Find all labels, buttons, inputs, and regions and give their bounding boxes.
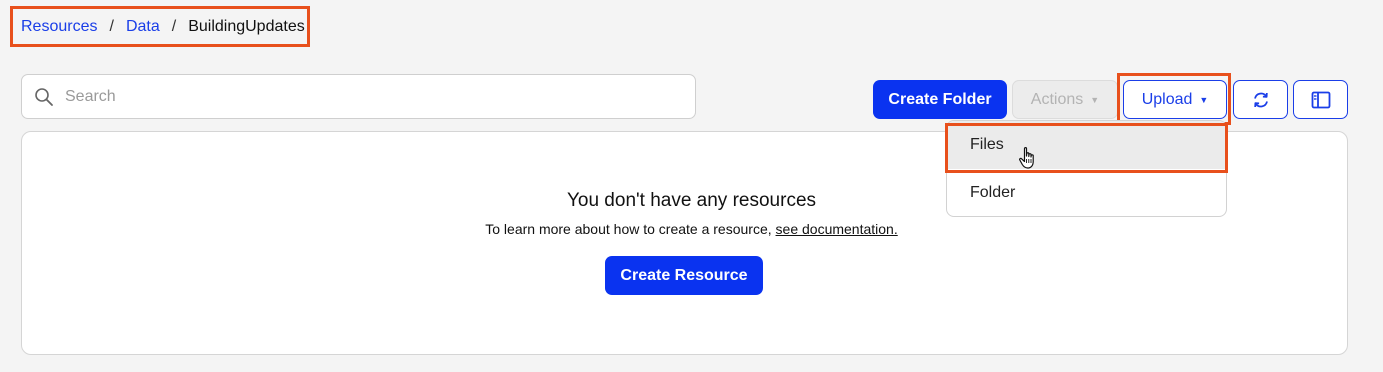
create-resource-button[interactable]: Create Resource: [605, 256, 763, 295]
caret-down-icon: ▼: [1199, 94, 1209, 105]
breadcrumb-resources[interactable]: Resources: [21, 18, 97, 36]
upload-label: Upload: [1141, 90, 1193, 108]
upload-dropdown-menu: Files Folder: [946, 120, 1227, 217]
panel-layout-icon: [1311, 91, 1330, 108]
breadcrumb-data[interactable]: Data: [126, 18, 160, 36]
empty-state-description: To learn more about how to create a reso…: [485, 221, 776, 237]
documentation-link[interactable]: see documentation.: [776, 221, 898, 237]
panel-toggle-button[interactable]: [1293, 80, 1348, 119]
breadcrumb-current: BuildingUpdates: [188, 17, 305, 35]
search-box[interactable]: [21, 74, 696, 119]
caret-down-icon: ▼: [1090, 94, 1100, 105]
refresh-icon: [1253, 92, 1268, 107]
breadcrumb: Resources / Data / BuildingUpdates: [10, 6, 310, 47]
actions-label: Actions: [1030, 90, 1084, 108]
refresh-button[interactable]: [1233, 80, 1288, 119]
upload-button[interactable]: Upload ▼: [1123, 80, 1227, 119]
actions-button[interactable]: Actions ▼: [1012, 80, 1118, 119]
hand-pointer-icon: [1019, 147, 1034, 169]
empty-state-text: To learn more about how to create a reso…: [0, 221, 1383, 237]
menu-item-files[interactable]: Files: [947, 121, 1226, 169]
breadcrumb-separator: /: [171, 17, 177, 35]
create-folder-button[interactable]: Create Folder: [873, 80, 1007, 119]
breadcrumb-separator: /: [109, 17, 114, 35]
menu-item-folder[interactable]: Folder: [947, 169, 1226, 216]
search-icon: [35, 87, 53, 106]
search-input[interactable]: [63, 86, 647, 107]
